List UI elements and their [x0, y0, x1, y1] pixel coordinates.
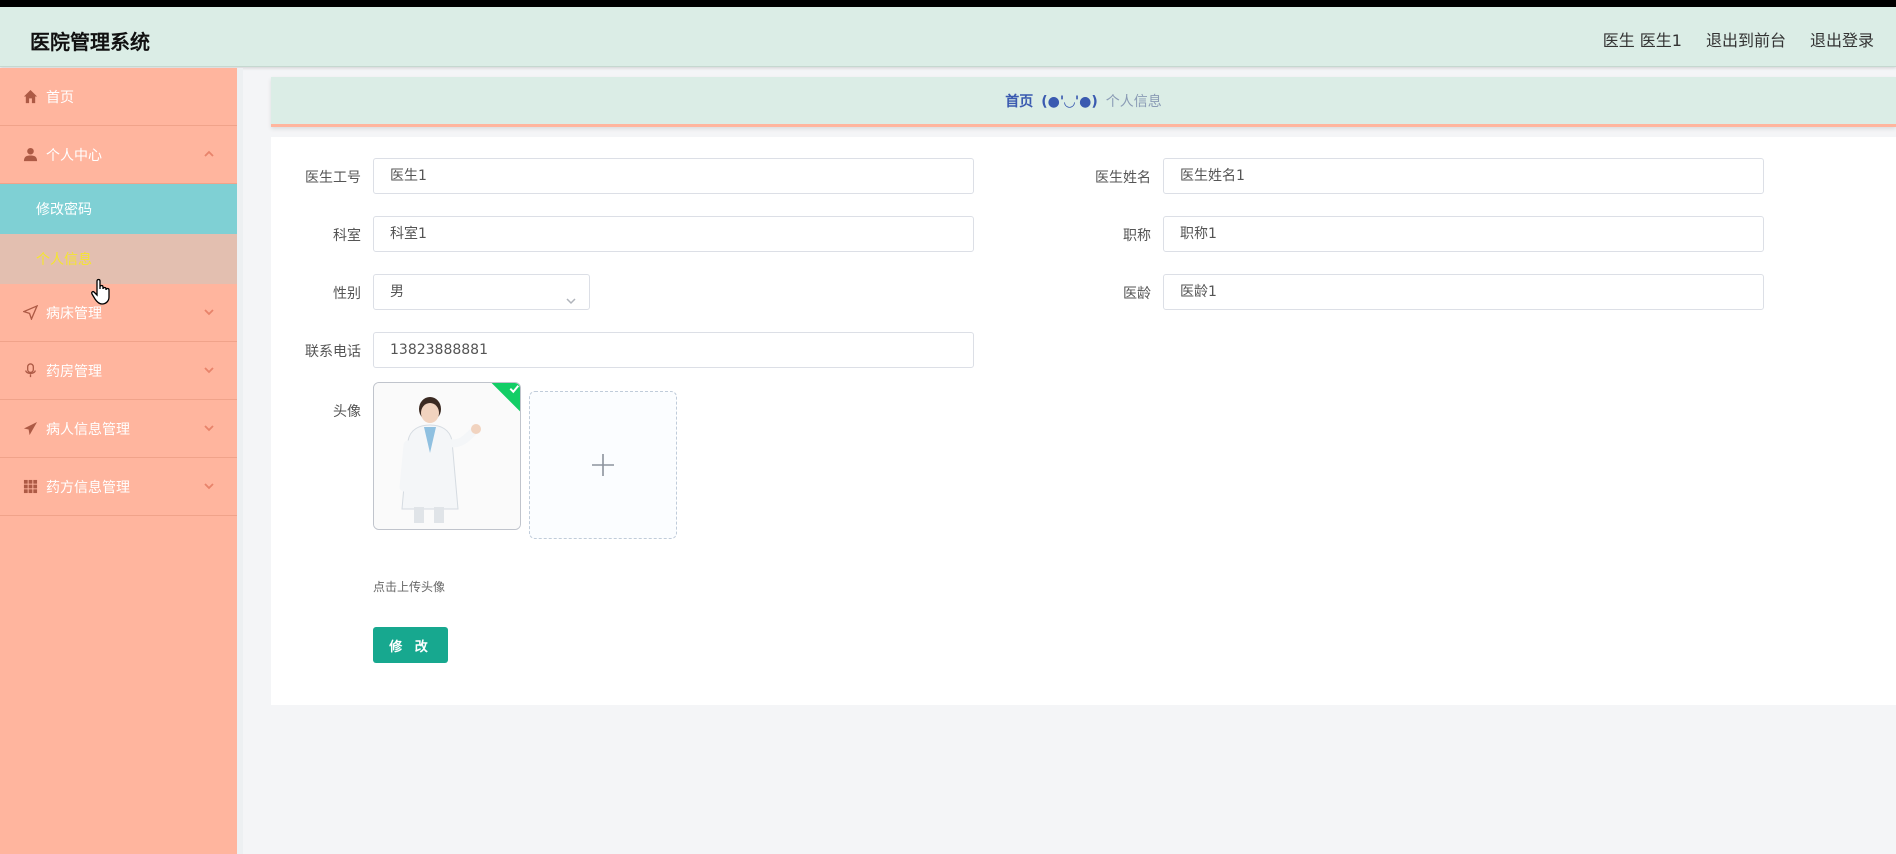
seniority-input[interactable]: 医龄1: [1163, 274, 1764, 310]
sidebar-item-bed-management[interactable]: 病床管理: [0, 284, 237, 342]
avatar-preview[interactable]: [373, 382, 521, 530]
current-user-label[interactable]: 医生 医生1: [1603, 27, 1682, 51]
top-strip: [0, 0, 1896, 7]
sidebar-item-patient-info-management[interactable]: 病人信息管理: [0, 400, 237, 458]
job-title-label: 职称: [1123, 228, 1151, 244]
doctor-id-input[interactable]: 医生1: [373, 158, 974, 194]
avatar-upload-button[interactable]: [529, 391, 677, 539]
hand-cursor-icon: [91, 278, 110, 305]
sidebar-subitem-label: 个人信息: [36, 252, 92, 268]
microphone-icon: [22, 363, 38, 379]
sidebar-item-label: 首页: [46, 89, 74, 106]
gender-selected-value: 男: [390, 284, 404, 300]
grid-icon: [22, 479, 38, 495]
chevron-down-icon: [565, 286, 577, 305]
sidebar-subitem-label: 修改密码: [36, 202, 92, 218]
sidebar-item-label: 病人信息管理: [46, 421, 130, 438]
chevron-down-icon: [203, 480, 215, 492]
sidebar-item-label: 药方信息管理: [46, 479, 130, 496]
send-icon: [22, 421, 38, 437]
chevron-up-icon: [203, 148, 215, 160]
doctor-avatar-image: [374, 383, 520, 529]
paper-plane-icon: [22, 305, 38, 321]
chevron-down-icon: [203, 422, 215, 434]
sidebar-item-pharmacy-management[interactable]: 药房管理: [0, 342, 237, 400]
chevron-down-icon: [203, 364, 215, 376]
top-header: 医院管理系统 医生 医生1 退出到前台 退出登录: [0, 7, 1896, 67]
gender-select[interactable]: 男: [373, 274, 590, 310]
sidebar-item-home[interactable]: 首页: [0, 68, 237, 126]
breadcrumb-separator: (●'◡'●): [1041, 94, 1098, 110]
sidebar-item-label: 药房管理: [46, 363, 102, 380]
seniority-label: 医龄: [1123, 286, 1151, 302]
phone-input[interactable]: 13823888881: [373, 332, 974, 368]
doctor-name-input[interactable]: 医生姓名1: [1163, 158, 1764, 194]
sidebar-subitem-personal-info[interactable]: 个人信息: [0, 234, 237, 284]
department-input[interactable]: 科室1: [373, 216, 974, 252]
plus-icon: [592, 454, 614, 476]
sidebar: 首页 个人中心 修改密码 个人信息 病床管理 药房管理 病人信息管理 药方信息管…: [0, 68, 243, 854]
sidebar-item-prescription-management[interactable]: 药方信息管理: [0, 458, 237, 516]
sidebar-subitem-change-password[interactable]: 修改密码: [0, 184, 237, 234]
logout-link[interactable]: 退出登录: [1810, 27, 1874, 51]
personal-info-form: 医生工号 医生1 医生姓名 医生姓名1 科室 科室1 职称 职称1 性别 男 医…: [271, 137, 1896, 705]
department-label: 科室: [333, 228, 361, 244]
phone-label: 联系电话: [305, 344, 361, 360]
sidebar-item-label: 个人中心: [46, 147, 102, 164]
check-icon: [509, 385, 520, 394]
submit-button[interactable]: 修 改: [373, 627, 448, 663]
user-icon: [22, 147, 38, 163]
app-title: 医院管理系统: [30, 30, 150, 54]
breadcrumb-current: 个人信息: [1105, 94, 1162, 110]
doctor-name-label: 医生姓名: [1095, 170, 1151, 186]
avatar-upload-hint: 点击上传头像: [373, 580, 446, 594]
breadcrumb: 首页 (●'◡'●) 个人信息: [271, 77, 1896, 127]
sidebar-item-personal-center[interactable]: 个人中心: [0, 126, 237, 184]
header-actions: 医生 医生1 退出到前台 退出登录: [1603, 27, 1874, 51]
gender-label: 性别: [333, 286, 361, 302]
doctor-id-label: 医生工号: [305, 170, 361, 186]
breadcrumb-home[interactable]: 首页: [1005, 94, 1033, 110]
avatar-label: 头像: [333, 404, 361, 420]
job-title-input[interactable]: 职称1: [1163, 216, 1764, 252]
back-to-front-link[interactable]: 退出到前台: [1706, 27, 1786, 51]
home-icon: [22, 89, 38, 105]
chevron-down-icon: [203, 306, 215, 318]
